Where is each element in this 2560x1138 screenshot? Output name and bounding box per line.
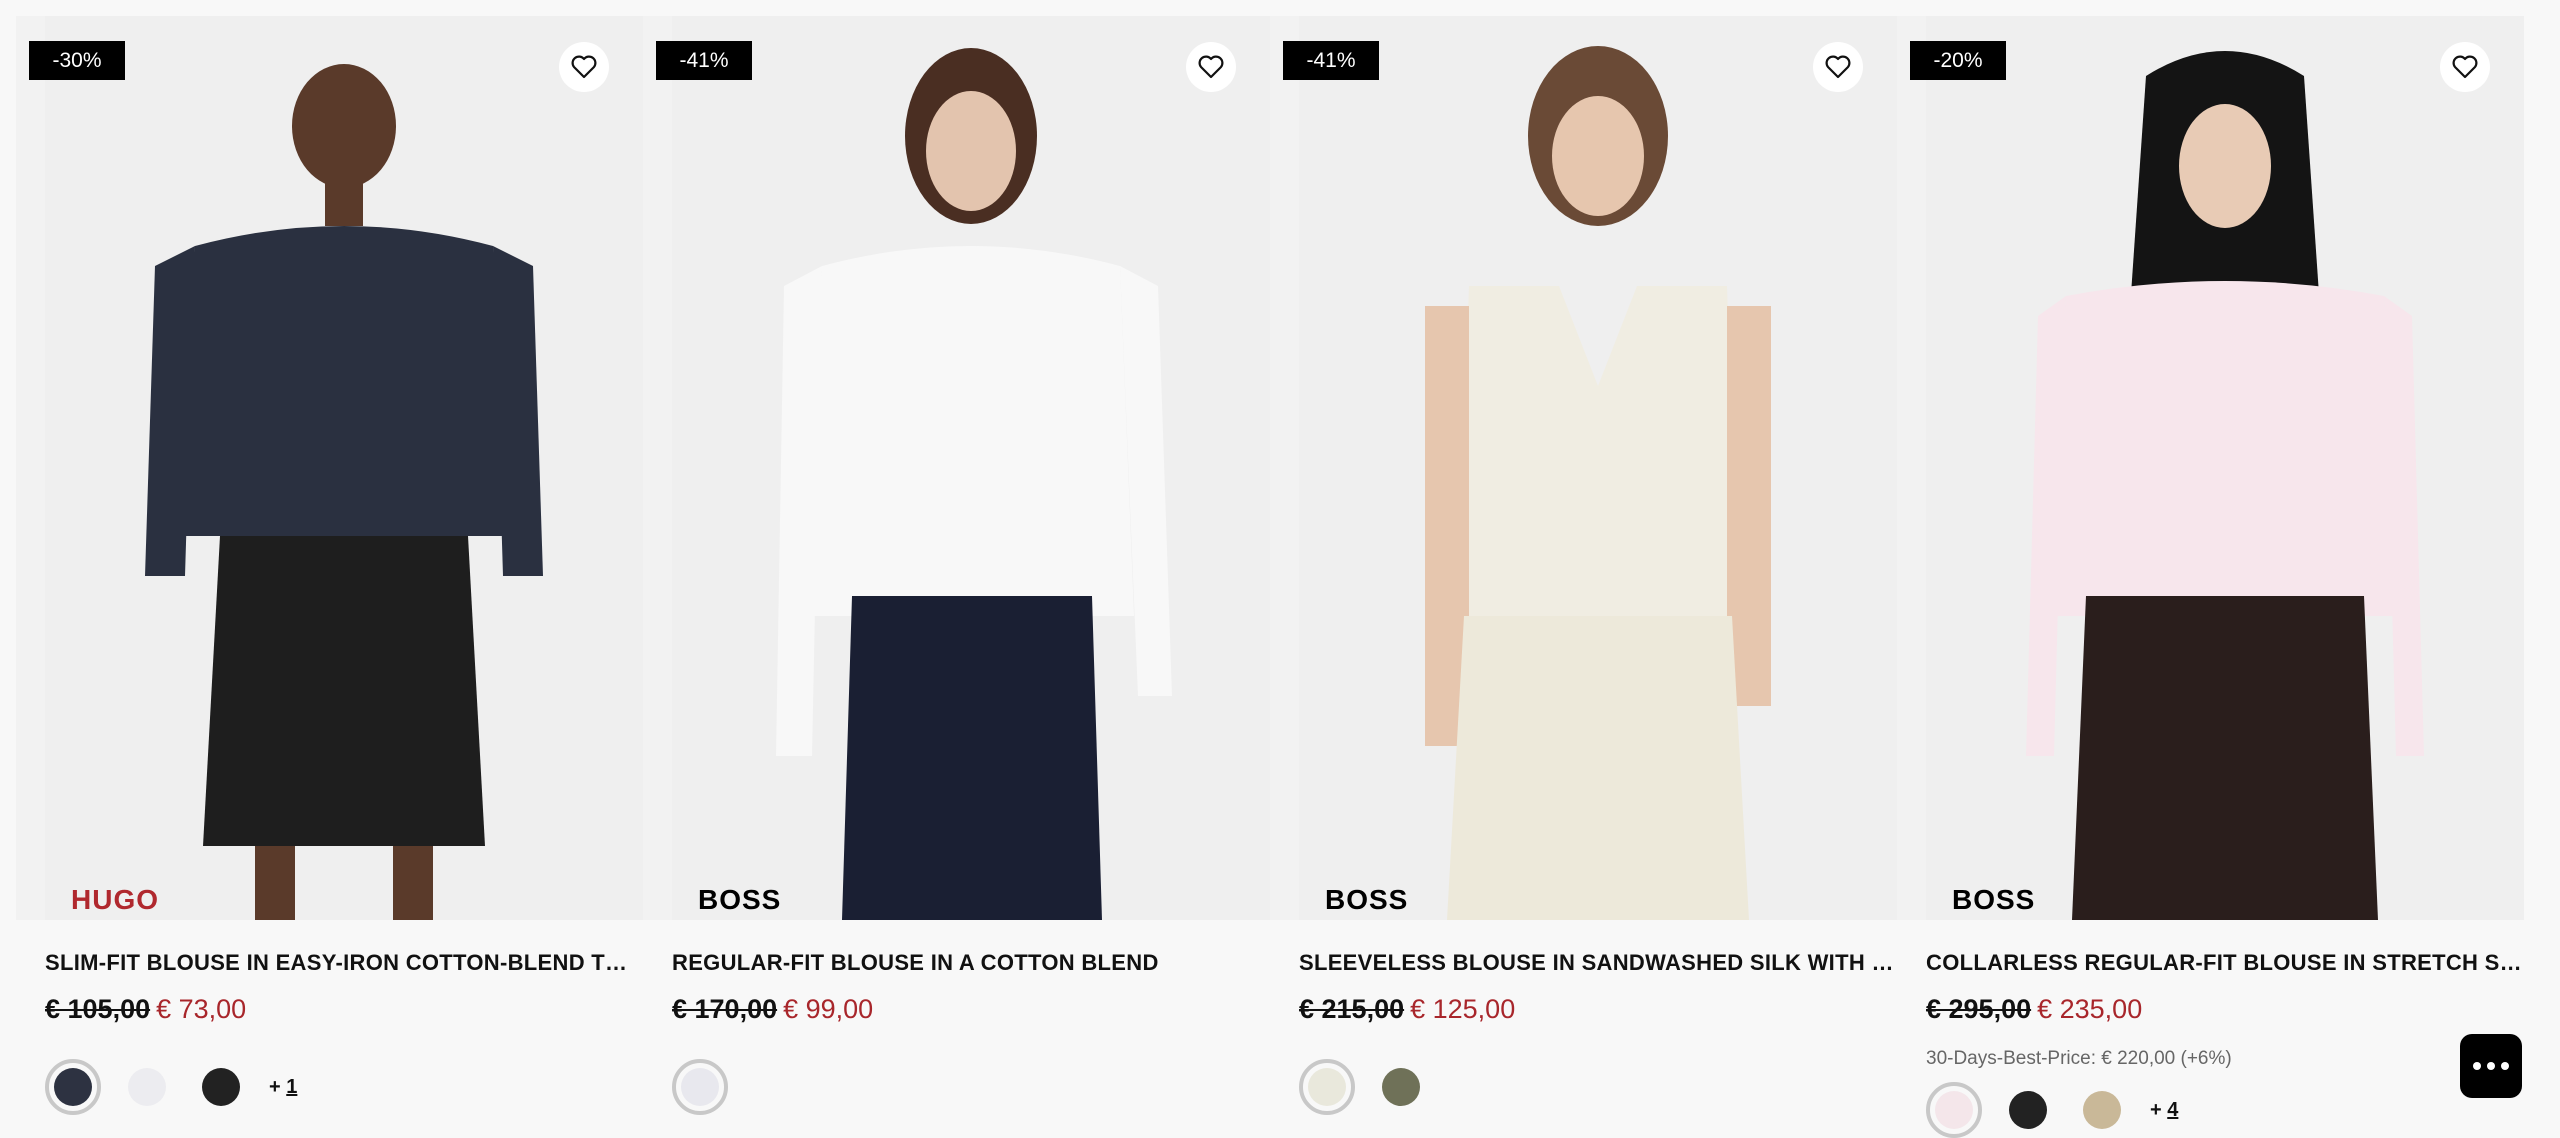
best-price-note: 30-Days-Best-Price: € 220,00 (+6%) <box>1926 1048 2232 1069</box>
price-row: € 105,00 € 73,00 <box>45 994 246 1025</box>
product-title[interactable]: SLEEVELESS BLOUSE IN SANDWASHED SILK WIT… <box>1299 950 1897 976</box>
product-photo[interactable] <box>45 16 643 920</box>
brand-logo: HUGO <box>71 884 159 915</box>
color-swatch[interactable] <box>672 1059 728 1115</box>
product-image-area[interactable]: -41% BOSS <box>643 16 1270 920</box>
product-card[interactable]: -20% BOSS COLLARLESS REGULAR-FIT BLOUSE … <box>1897 16 2524 1138</box>
brand-logo: BOSS <box>698 884 782 915</box>
more-colors-link[interactable]: + 4 <box>2150 1099 2178 1122</box>
color-swatches <box>1299 1059 1447 1115</box>
product-image-area[interactable]: -30% HUGO <box>16 16 643 920</box>
color-swatches: + 4 <box>1926 1082 2178 1138</box>
color-swatch[interactable] <box>119 1059 175 1115</box>
brand-logo: BOSS <box>1952 884 2036 915</box>
discount-badge: -41% <box>1283 41 1379 80</box>
heart-icon <box>1198 55 1224 79</box>
product-photo[interactable] <box>672 16 1270 920</box>
wishlist-button[interactable] <box>559 42 609 92</box>
heart-icon <box>1825 55 1851 79</box>
product-card[interactable]: -41% BOSS REGULAR-FIT BLOUSE IN A COTTON… <box>643 16 1270 1115</box>
price-row: € 170,00 € 99,00 <box>672 994 873 1025</box>
color-swatch[interactable] <box>1926 1082 1982 1138</box>
color-swatch[interactable] <box>2000 1082 2056 1138</box>
product-card[interactable]: -41% BOSS SLEEVELESS BLOUSE IN SANDWASHE… <box>1270 16 1897 1115</box>
product-title[interactable]: REGULAR-FIT BLOUSE IN A COTTON BLEND <box>672 950 1270 976</box>
price-row: € 295,00 € 235,00 <box>1926 994 2142 1025</box>
product-card[interactable]: -30% HUGO SLIM-FIT BLOUSE IN EASY-IRON C… <box>16 16 643 1115</box>
brand-logo: BOSS <box>1325 884 1409 915</box>
chat-button[interactable] <box>2460 1034 2522 1098</box>
chat-dots-icon <box>2473 1062 2509 1070</box>
product-title[interactable]: SLIM-FIT BLOUSE IN EASY-IRON COTTON-BLEN… <box>45 950 643 976</box>
product-photo[interactable] <box>1926 16 2524 920</box>
price-row: € 215,00 € 125,00 <box>1299 994 1515 1025</box>
heart-icon <box>571 55 597 79</box>
color-swatch[interactable] <box>1299 1059 1355 1115</box>
color-swatches <box>672 1059 746 1115</box>
discount-badge: -30% <box>29 41 125 80</box>
discount-badge: -41% <box>656 41 752 80</box>
sale-price: € 235,00 <box>2037 994 2143 1024</box>
wishlist-button[interactable] <box>1813 42 1863 92</box>
discount-badge: -20% <box>1910 41 2006 80</box>
color-swatch[interactable] <box>2074 1082 2130 1138</box>
product-image-area[interactable]: -20% BOSS <box>1897 16 2524 920</box>
sale-price: € 99,00 <box>783 994 874 1024</box>
original-price: € 295,00 <box>1926 994 2032 1024</box>
sale-price: € 125,00 <box>1410 994 1516 1024</box>
color-swatches: + 1 <box>45 1059 297 1115</box>
product-image-area[interactable]: -41% BOSS <box>1270 16 1897 920</box>
product-photo[interactable] <box>1299 16 1897 920</box>
more-colors-link[interactable]: + 1 <box>269 1076 297 1099</box>
heart-icon <box>2452 55 2478 79</box>
wishlist-button[interactable] <box>2440 42 2490 92</box>
original-price: € 105,00 <box>45 994 151 1024</box>
color-swatch[interactable] <box>193 1059 249 1115</box>
original-price: € 215,00 <box>1299 994 1405 1024</box>
product-grid: -30% HUGO SLIM-FIT BLOUSE IN EASY-IRON C… <box>0 0 2560 1138</box>
original-price: € 170,00 <box>672 994 778 1024</box>
color-swatch[interactable] <box>45 1059 101 1115</box>
product-title[interactable]: COLLARLESS REGULAR-FIT BLOUSE IN STRETCH… <box>1926 950 2524 976</box>
color-swatch[interactable] <box>1373 1059 1429 1115</box>
sale-price: € 73,00 <box>156 994 247 1024</box>
wishlist-button[interactable] <box>1186 42 1236 92</box>
